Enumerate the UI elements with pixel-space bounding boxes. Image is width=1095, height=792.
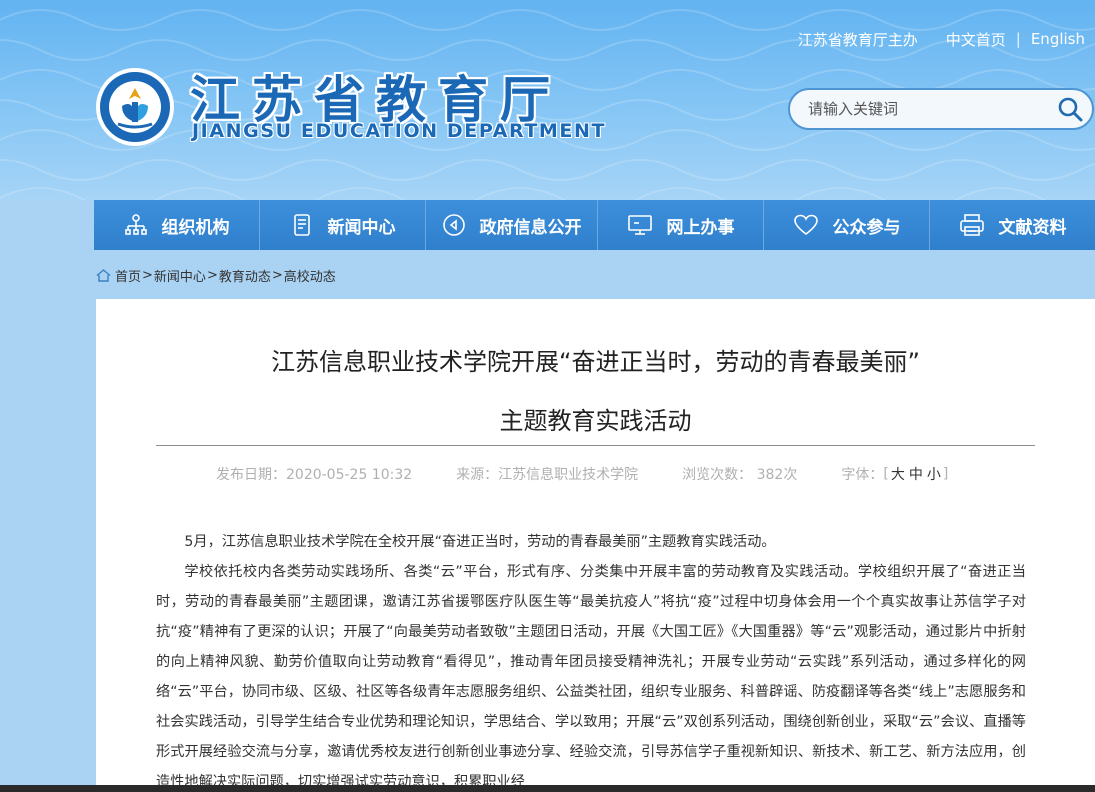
nav-item-online-services[interactable]: 网上办事: [598, 200, 764, 250]
monitor-icon: [627, 215, 652, 235]
search-button[interactable]: [1048, 90, 1092, 128]
nav-label: 文献资料: [998, 217, 1067, 238]
font-size-small-button[interactable]: 小: [927, 464, 941, 484]
font-size-large-button[interactable]: 大: [891, 464, 905, 484]
nav-label: 网上办事: [666, 217, 735, 238]
education-department-emblem[interactable]: [94, 66, 176, 148]
article-body: 5月，江苏信息职业技术学院在全校开展“奋进正当时，劳动的青春最美丽”主题教育实践…: [156, 527, 1026, 792]
nav-label: 新闻中心: [327, 217, 396, 238]
search-icon: [1058, 97, 1083, 122]
font-size-label: 字体：: [841, 467, 884, 483]
article-title-line1: 江苏信息职业技术学院开展“奋进正当时，劳动的青春最美丽”: [271, 348, 920, 376]
site-name-english: JIANGSU EDUCATION DEPARTMENT: [192, 120, 607, 142]
main-nav: 组织机构 新闻中心 政府信息公开 网上办事 公众参与 文献资料: [94, 200, 1095, 250]
view-count: 浏览次数： 382次: [682, 467, 798, 483]
link-separator: |: [1015, 30, 1021, 48]
font-bracket-open: [: [883, 466, 889, 482]
font-bracket-close: ]: [942, 466, 949, 482]
breadcrumb-arrow: >: [142, 267, 153, 283]
site-header: 江苏省教育厅主办 中文首页 | English 江苏省教育厅 JIANGSU E…: [0, 0, 1095, 200]
article-paragraph: 5月，江苏信息职业技术学院在全校开展“奋进正当时，劳动的青春最美丽”主题教育实践…: [184, 534, 776, 550]
breadcrumb-education-news[interactable]: 教育动态: [219, 266, 271, 285]
breadcrumb-news-center[interactable]: 新闻中心: [154, 266, 206, 285]
org-chart-icon: [124, 214, 147, 235]
sponsor-text: 江苏省教育厅主办: [797, 30, 918, 49]
home-icon: [96, 268, 111, 282]
article-meta: 发布日期：2020-05-25 10:32 来源：江苏信息职业技术学院 浏览次数…: [216, 464, 948, 484]
window-bottom-bar: [0, 785, 1095, 792]
english-link[interactable]: English: [1031, 30, 1085, 48]
nav-label: 政府信息公开: [479, 217, 582, 238]
play-circle-icon: [442, 214, 465, 236]
breadcrumb-arrow: >: [271, 267, 283, 283]
article-source: 来源：江苏信息职业技术学院: [456, 467, 639, 483]
breadcrumb-arrow: >: [206, 267, 218, 283]
nav-item-gov-info[interactable]: 政府信息公开: [426, 200, 598, 250]
document-icon: [293, 214, 310, 236]
search-box: [788, 88, 1094, 130]
breadcrumb: 首页 > 新闻中心 > 教育动态 > 高校动态: [96, 266, 336, 285]
publish-date: 发布日期：2020-05-25 10:32: [216, 467, 413, 483]
breadcrumb-university-news[interactable]: 高校动态: [284, 266, 336, 285]
article-container: 江苏信息职业技术学院开展“奋进正当时，劳动的青春最美丽” 主题教育实践活动 发布…: [96, 299, 1095, 792]
nav-label: 组织机构: [161, 217, 230, 238]
search-input[interactable]: [790, 100, 1048, 118]
top-links: 江苏省教育厅主办 中文首页 | English: [798, 28, 1085, 50]
nav-label: 公众参与: [832, 217, 901, 238]
article-paragraph: 学校依托校内各类劳动实践场所、各类“云”平台，形式有序、分类集中开展丰富的劳动教…: [156, 564, 1026, 790]
font-size-medium-button[interactable]: 中: [909, 464, 923, 484]
nav-item-organization[interactable]: 组织机构: [94, 200, 260, 250]
nav-item-public-participation[interactable]: 公众参与: [764, 200, 930, 250]
breadcrumb-home[interactable]: 首页: [115, 266, 141, 285]
heart-icon: [793, 214, 818, 236]
title-divider: [156, 445, 1035, 446]
printer-icon: [959, 214, 984, 236]
nav-item-news[interactable]: 新闻中心: [260, 200, 426, 250]
article-title-line2: 主题教育实践活动: [499, 407, 692, 435]
nav-item-documents[interactable]: 文献资料: [930, 200, 1095, 250]
chinese-home-link[interactable]: 中文首页: [946, 29, 1006, 50]
